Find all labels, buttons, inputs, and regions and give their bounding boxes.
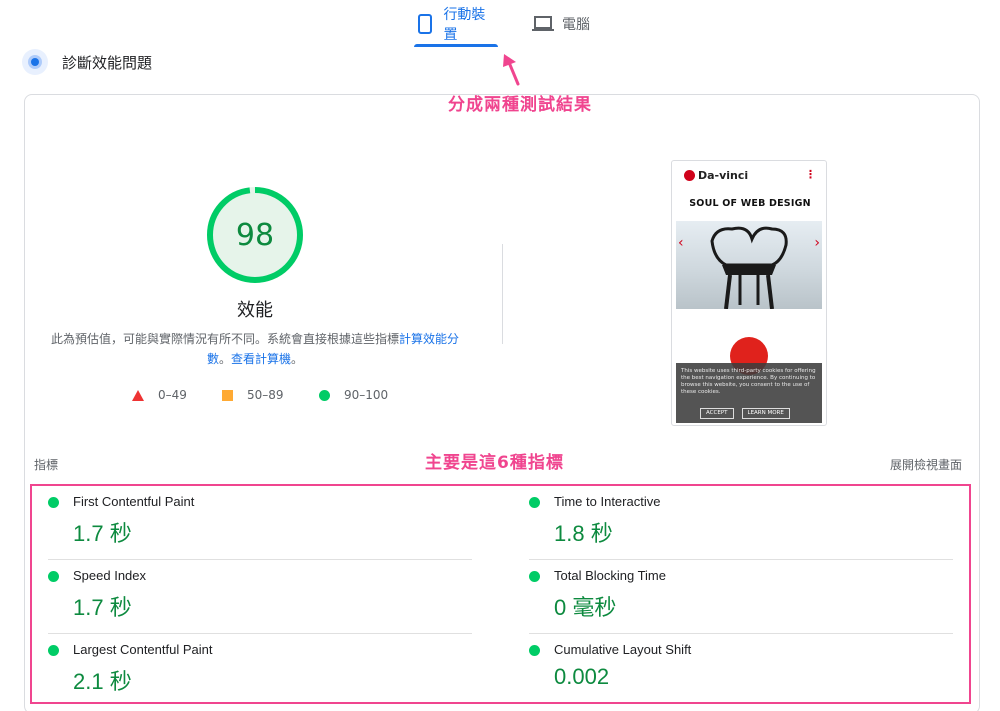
metric-value: 1.7 秒: [73, 521, 132, 546]
page-screenshot-preview: Da-vinci ⋮ SOUL OF WEB DESIGN ‹ › This w…: [671, 160, 827, 426]
pass-indicator-icon: [48, 571, 59, 582]
legend-fail-range: 0–49: [158, 388, 187, 402]
device-tabs: 行動裝置 電腦: [0, 0, 1000, 48]
metric-name: Total Blocking Time: [554, 568, 666, 583]
metric-value: 0 毫秒: [554, 595, 617, 620]
metric-name: First Contentful Paint: [73, 494, 195, 509]
cookie-accept-button: ACCEPT: [700, 408, 734, 419]
brand-name: Da-vinci: [698, 169, 749, 182]
tab-desktop-label: 電腦: [562, 17, 590, 33]
metric-name: Largest Contentful Paint: [73, 642, 213, 657]
metric-name: Cumulative Layout Shift: [554, 642, 692, 657]
diagnostic-icon: [22, 49, 48, 75]
metrics-label: 指標: [34, 458, 59, 472]
legend-pass: 90–100: [319, 388, 388, 402]
metric-speed-index: Speed Index 1.7 秒: [32, 560, 472, 634]
performance-score: 98: [235, 217, 275, 253]
diagnostic-header: 診斷效能問題: [22, 48, 152, 76]
metric-value: 1.7 秒: [73, 595, 132, 620]
pass-indicator-icon: [529, 571, 540, 582]
circle-icon: [319, 389, 330, 401]
cookie-banner: This website uses third-party cookies fo…: [676, 363, 822, 423]
cookie-text: This website uses third-party cookies fo…: [681, 368, 816, 395]
description-suffix: 。: [291, 352, 304, 366]
metric-fcp: First Contentful Paint 1.7 秒: [32, 486, 472, 560]
square-icon: [222, 389, 233, 401]
expand-view-toggle[interactable]: 展開檢視畫面: [890, 456, 962, 473]
metric-lcp: Largest Contentful Paint 2.1 秒: [32, 634, 472, 708]
chair-image: [710, 226, 788, 309]
metric-value: 0.002: [554, 664, 610, 689]
kebab-menu-icon: ⋮: [805, 168, 816, 181]
performance-label: 效能: [237, 300, 273, 321]
smartphone-icon: [414, 13, 435, 35]
metric-value: 2.1 秒: [73, 669, 132, 694]
metric-name: Time to Interactive: [554, 494, 661, 509]
hero-image: ‹ ›: [676, 221, 822, 309]
view-calculator-link[interactable]: 查看計算機: [231, 352, 291, 366]
annotation-metrics-note: 主要是這6種指標: [425, 453, 564, 473]
tab-mobile[interactable]: 行動裝置: [414, 0, 498, 48]
metric-cls: Cumulative Layout Shift 0.002: [513, 634, 953, 708]
preview-headline: SOUL OF WEB DESIGN: [689, 198, 811, 209]
pass-indicator-icon: [48, 645, 59, 656]
tab-desktop[interactable]: 電腦: [532, 0, 602, 48]
cookie-learn-more-button: LEARN MORE: [741, 408, 790, 419]
performance-gauge: 98: [206, 186, 304, 284]
description-separator: 。: [218, 352, 231, 366]
metrics-grid: First Contentful Paint 1.7 秒 Time to Int…: [30, 484, 971, 704]
triangle-icon: [132, 389, 144, 401]
metric-tbt: Total Blocking Time 0 毫秒: [513, 560, 953, 634]
section-title: 診斷效能問題: [62, 53, 153, 72]
metric-name: Speed Index: [73, 568, 147, 583]
legend-average: 50–89: [222, 388, 284, 402]
metric-value: 1.8 秒: [554, 521, 613, 546]
divider: [502, 244, 503, 344]
description-text: 此為預估值，可能與實際情況有所不同。系統會直接根據這些指標: [50, 332, 399, 346]
laptop-icon: [532, 13, 554, 35]
legend-average-range: 50–89: [247, 388, 284, 402]
pass-indicator-icon: [529, 497, 540, 508]
performance-description: 此為預估值，可能與實際情況有所不同。系統會直接根據這些指標計算效能分數。查看計算…: [50, 329, 460, 369]
pass-indicator-icon: [529, 645, 540, 656]
tab-mobile-label: 行動裝置: [443, 7, 486, 43]
brand-logo-icon: [684, 170, 695, 181]
legend-fail: 0–49: [132, 388, 187, 402]
pass-indicator-icon: [48, 497, 59, 508]
brand-logo: Da-vinci: [684, 169, 748, 182]
metric-tti: Time to Interactive 1.8 秒: [513, 486, 953, 560]
annotation-arrow-icon: [503, 54, 520, 86]
legend-pass-range: 90–100: [344, 388, 389, 402]
